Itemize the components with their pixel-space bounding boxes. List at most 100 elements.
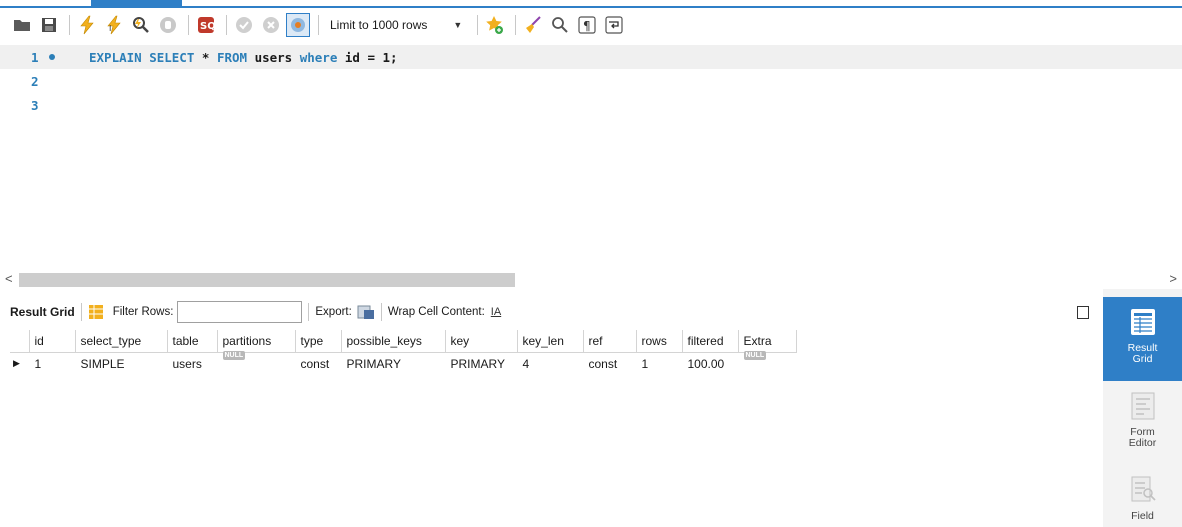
column-header[interactable]: key (445, 330, 518, 353)
svg-text:I: I (109, 24, 111, 33)
row-header-corner (10, 330, 30, 353)
scroll-left-icon[interactable]: < (5, 271, 13, 286)
rollback-icon[interactable] (259, 13, 283, 37)
commit-icon[interactable] (232, 13, 256, 37)
column-header[interactable]: Extra (738, 330, 797, 353)
grid-cell[interactable]: 100.00 (682, 352, 739, 375)
grid-layout-icon[interactable] (88, 304, 104, 320)
wrap-cell-icon[interactable]: IA (491, 306, 501, 318)
scroll-right-icon[interactable]: > (1169, 271, 1177, 286)
column-header[interactable]: id (29, 330, 76, 353)
grid-cell[interactable]: PRIMARY (341, 352, 446, 375)
sql-text: users (247, 49, 300, 65)
result-grid[interactable]: id select_type table partitions type pos… (10, 330, 830, 375)
svg-text:¶: ¶ (583, 19, 591, 33)
scrollbar-thumb[interactable] (19, 273, 515, 287)
save-icon[interactable] (37, 13, 61, 37)
find-icon[interactable] (548, 13, 572, 37)
grid-header-row: id select_type table partitions type pos… (10, 330, 797, 353)
stop-icon[interactable] (156, 13, 180, 37)
grid-icon (1130, 309, 1155, 335)
editor-line-2[interactable]: 2 (0, 69, 1182, 93)
column-header[interactable]: key_len (517, 330, 584, 353)
grid-cell[interactable]: const (583, 352, 637, 375)
side-tab-form-editor[interactable]: Form Editor (1103, 381, 1182, 465)
editor-horizontal-scrollbar[interactable]: < > (0, 271, 1182, 289)
side-tab-label: Form Editor (1128, 426, 1157, 449)
toolbar-separator (69, 14, 70, 35)
execute-cursor-icon[interactable]: I (102, 13, 126, 37)
null-badge: NULL (222, 350, 246, 360)
word-wrap-icon[interactable] (602, 13, 626, 37)
grid-cell[interactable]: 4 (517, 352, 584, 375)
toolbar-separator (188, 14, 189, 35)
grid-cell[interactable]: SIMPLE (75, 352, 168, 375)
column-header[interactable]: filtered (682, 330, 739, 353)
toggle-output-pane-icon[interactable] (1077, 306, 1089, 319)
result-side-panel: Result Grid Form Editor Field (1103, 289, 1182, 527)
wrap-cell-label: Wrap Cell Content: (387, 306, 485, 318)
sql-keyword: where (299, 49, 338, 65)
column-header[interactable]: partitions (217, 330, 296, 353)
tab-strip (0, 0, 1182, 8)
line-number: 2 (31, 73, 39, 89)
result-grid-label[interactable]: Result Grid (10, 305, 75, 319)
chevron-down-icon[interactable]: ▼ (453, 20, 462, 30)
export-label: Export: (315, 306, 352, 318)
toolbar-separator (318, 14, 319, 35)
svg-text:SQ: SQ (200, 21, 216, 32)
filter-rows-input[interactable] (177, 301, 303, 323)
sql-text: id = 1; (337, 49, 398, 65)
code-text[interactable]: EXPLAIN SELECT * FROM users where id = 1… (89, 50, 398, 65)
toolbar-separator (80, 303, 82, 321)
export-icon[interactable] (357, 304, 375, 320)
grid-cell[interactable]: 1 (29, 352, 76, 375)
toolbar-separator (308, 303, 310, 321)
form-icon (1131, 392, 1154, 420)
side-tab-label: Field (1131, 510, 1154, 522)
column-header[interactable]: type (295, 330, 342, 353)
column-header[interactable]: ref (583, 330, 637, 353)
column-header[interactable]: table (167, 330, 218, 353)
toolbar-separator (477, 14, 479, 35)
statement-marker-icon (49, 54, 55, 60)
line-number: 1 (31, 49, 39, 65)
editor-line-3[interactable]: 3 (0, 93, 1182, 117)
toolbar-separator (515, 14, 517, 35)
tab-active-query[interactable] (91, 0, 182, 8)
execute-lightning-icon[interactable] (75, 13, 99, 37)
side-tab-label: Result Grid (1127, 342, 1158, 365)
toggle-autocommit-icon[interactable]: SQ (194, 13, 218, 37)
null-badge: NULL (743, 350, 767, 360)
sql-editor-toolbar: I SQ Limit to 1000 rows ▼ ¶ (0, 8, 1182, 41)
grid-cell[interactable]: const (295, 352, 342, 375)
open-folder-icon[interactable] (10, 13, 34, 37)
toolbar-separator (226, 14, 227, 35)
side-tab-field-types[interactable]: Field (1103, 465, 1182, 527)
beautify-broom-icon[interactable] (521, 13, 545, 37)
explain-magnifier-icon[interactable] (129, 13, 153, 37)
column-header[interactable]: rows (636, 330, 683, 353)
sql-text: * (194, 49, 217, 65)
sql-keyword: FROM (216, 49, 248, 65)
field-types-icon (1131, 476, 1156, 502)
line-number: 3 (31, 97, 39, 113)
grid-cell-null[interactable]: NULL (738, 350, 797, 375)
sql-editor[interactable]: 1 EXPLAIN SELECT * FROM users where id =… (0, 41, 1182, 270)
grid-cell[interactable]: PRIMARY (445, 352, 518, 375)
grid-cell[interactable]: 1 (636, 352, 683, 375)
current-row-indicator-icon[interactable]: ▶ (10, 352, 30, 375)
add-favorite-icon[interactable] (483, 13, 507, 37)
sql-keyword: EXPLAIN SELECT (89, 49, 195, 65)
column-header[interactable]: select_type (75, 330, 168, 353)
grid-cell[interactable]: users (167, 352, 218, 375)
side-tab-result-grid[interactable]: Result Grid (1103, 297, 1182, 381)
filter-rows-label: Filter Rows: (112, 306, 174, 318)
toggle-continue-on-error-icon[interactable] (286, 12, 310, 37)
column-header[interactable]: possible_keys (341, 330, 446, 353)
grid-cell-null[interactable]: NULL (217, 350, 296, 375)
limit-rows-select[interactable]: Limit to 1000 rows ▼ (326, 14, 472, 36)
invisible-chars-icon[interactable]: ¶ (575, 13, 599, 37)
table-row[interactable]: ▶ 1 SIMPLE users NULL const PRIMARY PRIM… (10, 350, 797, 375)
editor-line-1[interactable]: 1 EXPLAIN SELECT * FROM users where id =… (0, 45, 1182, 69)
